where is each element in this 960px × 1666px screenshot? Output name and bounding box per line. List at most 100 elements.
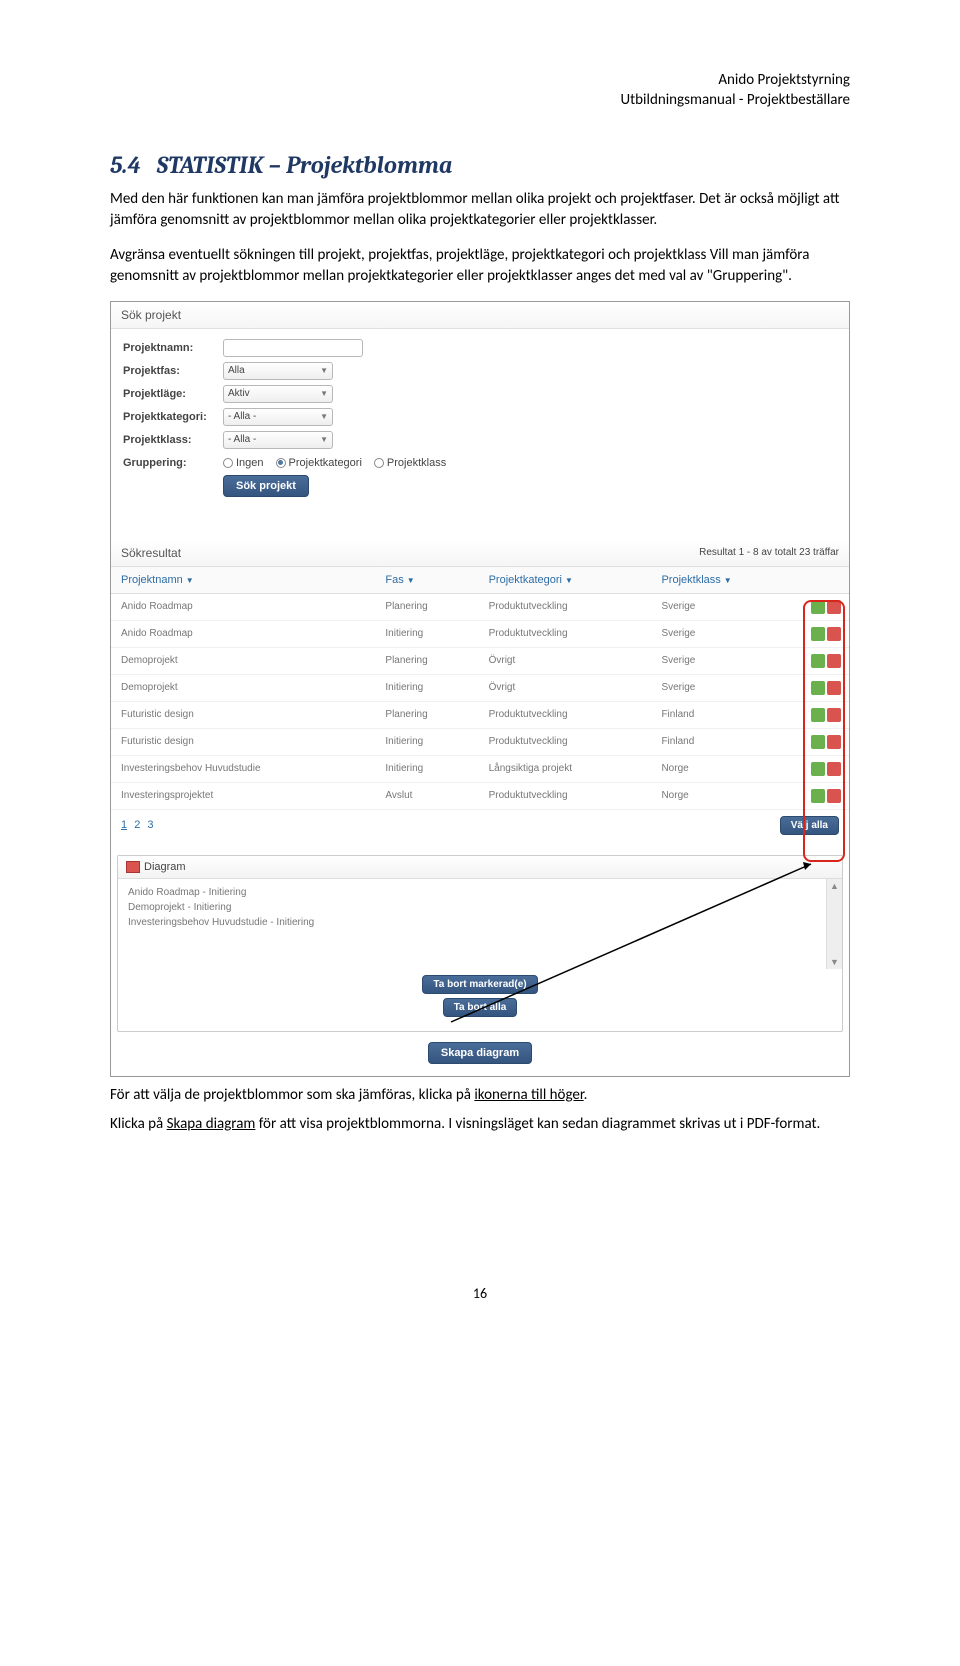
header-line-2: Utbildningsmanual - Projektbeställare bbox=[110, 90, 850, 110]
page-number: 16 bbox=[110, 1285, 850, 1302]
sort-icon: ▼ bbox=[407, 576, 415, 585]
cell-fas: Avslut bbox=[375, 782, 478, 809]
cell-namn: Investeringsprojektet bbox=[111, 782, 375, 809]
cell-kategori: Övrigt bbox=[479, 647, 652, 674]
col-projektkategori[interactable]: Projektkategori▼ bbox=[479, 567, 652, 594]
cell-klass: Norge bbox=[651, 755, 801, 782]
cell-fas: Initiering bbox=[375, 674, 478, 701]
col-projektnamn[interactable]: Projektnamn▼ bbox=[111, 567, 375, 594]
cell-kategori: Produktutveckling bbox=[479, 701, 652, 728]
radio-ingen[interactable]: Ingen bbox=[223, 457, 264, 469]
sort-icon: ▼ bbox=[186, 576, 194, 585]
results-count: Resultat 1 - 8 av totalt 23 träffar bbox=[699, 547, 839, 558]
select-projektlage-value: Aktiv bbox=[228, 388, 250, 399]
results-title: Sökresultat bbox=[121, 546, 181, 560]
chevron-down-icon: ▼ bbox=[320, 435, 328, 444]
cell-klass: Sverige bbox=[651, 674, 801, 701]
cell-klass: Finland bbox=[651, 728, 801, 755]
cell-klass: Norge bbox=[651, 782, 801, 809]
cell-kategori: Produktutveckling bbox=[479, 620, 652, 647]
label-projektfas: Projektfas: bbox=[123, 365, 223, 377]
radio-projektklass[interactable]: Projektklass bbox=[374, 457, 446, 469]
cell-fas: Initiering bbox=[375, 755, 478, 782]
col-projektklass[interactable]: Projektklass▼ bbox=[651, 567, 801, 594]
label-gruppering: Gruppering: bbox=[123, 457, 223, 469]
results-table: Projektnamn▼ Fas▼ Projektkategori▼ Proje… bbox=[111, 567, 849, 810]
section-heading: 5.4 STATISTIK – Projektblomma bbox=[110, 151, 850, 179]
table-row: DemoprojektInitieringÖvrigtSverige bbox=[111, 674, 849, 701]
radio-icon bbox=[374, 458, 384, 468]
cell-klass: Sverige bbox=[651, 647, 801, 674]
table-row: InvesteringsprojektetAvslutProduktutveck… bbox=[111, 782, 849, 809]
table-row: Anido RoadmapInitieringProduktutveckling… bbox=[111, 620, 849, 647]
radio-group-gruppering: Ingen Projektkategori Projektklass bbox=[223, 457, 446, 469]
cell-namn: Demoprojekt bbox=[111, 647, 375, 674]
screenshot-panel: Sök projekt Projektnamn: Projektfas: All… bbox=[110, 301, 850, 1077]
diagram-header: Diagram bbox=[118, 856, 842, 879]
chevron-down-icon: ▼ bbox=[320, 366, 328, 375]
list-item[interactable]: Investeringsbehov Huvudstudie - Initieri… bbox=[128, 915, 816, 930]
table-row: Anido RoadmapPlaneringProduktutvecklingS… bbox=[111, 593, 849, 620]
sort-icon: ▼ bbox=[565, 576, 573, 585]
search-form: Projektnamn: Projektfas: Alla▼ Projektlä… bbox=[111, 329, 849, 516]
cell-kategori: Produktutveckling bbox=[479, 593, 652, 620]
cell-namn: Futuristic design bbox=[111, 701, 375, 728]
intro-paragraph-2: Avgränsa eventuellt sökningen till proje… bbox=[110, 245, 850, 287]
table-row: Futuristic designInitieringProduktutveck… bbox=[111, 728, 849, 755]
footer-text-1: För att välja de projektblommor som ska … bbox=[110, 1085, 850, 1106]
pager-row: 1 2 3 Välj alla bbox=[111, 810, 849, 841]
cell-fas: Planering bbox=[375, 593, 478, 620]
cell-fas: Planering bbox=[375, 647, 478, 674]
chevron-down-icon: ▼ bbox=[320, 389, 328, 398]
cell-namn: Anido Roadmap bbox=[111, 593, 375, 620]
list-item[interactable]: Anido Roadmap - Initiering bbox=[128, 885, 816, 900]
diagram-selected-list[interactable]: Anido Roadmap - InitieringDemoprojekt - … bbox=[118, 879, 826, 969]
scroll-down-icon: ▼ bbox=[830, 957, 839, 967]
sort-icon: ▼ bbox=[724, 576, 732, 585]
diagram-list-box: Anido Roadmap - InitieringDemoprojekt - … bbox=[118, 879, 842, 969]
col-fas[interactable]: Fas▼ bbox=[375, 567, 478, 594]
highlight-icons-column bbox=[803, 600, 845, 862]
section-number: 5.4 bbox=[110, 151, 141, 179]
cell-fas: Planering bbox=[375, 701, 478, 728]
search-panel-title: Sök projekt bbox=[111, 302, 849, 329]
page-1[interactable]: 1 bbox=[121, 819, 127, 831]
select-projektlage[interactable]: Aktiv ▼ bbox=[223, 385, 333, 403]
scroll-up-icon: ▲ bbox=[830, 881, 839, 891]
chevron-down-icon: ▼ bbox=[320, 412, 328, 421]
cell-kategori: Produktutveckling bbox=[479, 782, 652, 809]
label-projektklass: Projektklass: bbox=[123, 434, 223, 446]
input-projektnamn[interactable] bbox=[223, 339, 363, 357]
section-title-text: STATISTIK – Projektblomma bbox=[157, 151, 453, 179]
diagram-title: Diagram bbox=[144, 861, 186, 873]
page-3[interactable]: 3 bbox=[147, 819, 153, 831]
label-projektlage: Projektläge: bbox=[123, 388, 223, 400]
remove-all-button[interactable]: Ta bort alla bbox=[443, 998, 518, 1017]
select-projektklass[interactable]: - Alla - ▼ bbox=[223, 431, 333, 449]
page-header: Anido Projektstyrning Utbildningsmanual … bbox=[110, 70, 850, 111]
radio-projektkategori[interactable]: Projektkategori bbox=[276, 457, 362, 469]
radio-projektklass-label: Projektklass bbox=[387, 457, 446, 469]
table-row: DemoprojektPlaneringÖvrigtSverige bbox=[111, 647, 849, 674]
list-item[interactable]: Demoprojekt - Initiering bbox=[128, 900, 816, 915]
radio-projektkategori-label: Projektkategori bbox=[289, 457, 362, 469]
table-row: Futuristic designPlaneringProduktutveckl… bbox=[111, 701, 849, 728]
results-header: Sökresultat Resultat 1 - 8 av totalt 23 … bbox=[111, 540, 849, 567]
select-projektfas[interactable]: Alla▼ bbox=[223, 362, 333, 380]
label-projektnamn: Projektnamn: bbox=[123, 342, 223, 354]
cell-namn: Anido Roadmap bbox=[111, 620, 375, 647]
create-diagram-button[interactable]: Skapa diagram bbox=[428, 1042, 532, 1064]
cell-namn: Investeringsbehov Huvudstudie bbox=[111, 755, 375, 782]
search-button[interactable]: Sök projekt bbox=[223, 475, 309, 497]
page-2[interactable]: 2 bbox=[134, 819, 140, 831]
cell-fas: Initiering bbox=[375, 620, 478, 647]
select-projektklass-value: - Alla - bbox=[228, 434, 256, 445]
cell-namn: Demoprojekt bbox=[111, 674, 375, 701]
cell-kategori: Produktutveckling bbox=[479, 728, 652, 755]
table-row: Investeringsbehov HuvudstudieInitieringL… bbox=[111, 755, 849, 782]
scrollbar[interactable]: ▲ ▼ bbox=[826, 879, 842, 969]
footer-text-2: Klicka på Skapa diagram för att visa pro… bbox=[110, 1114, 850, 1135]
cell-klass: Sverige bbox=[651, 620, 801, 647]
select-projektkategori[interactable]: - Alla -▼ bbox=[223, 408, 333, 426]
remove-selected-button[interactable]: Ta bort markerad(e) bbox=[422, 975, 537, 994]
